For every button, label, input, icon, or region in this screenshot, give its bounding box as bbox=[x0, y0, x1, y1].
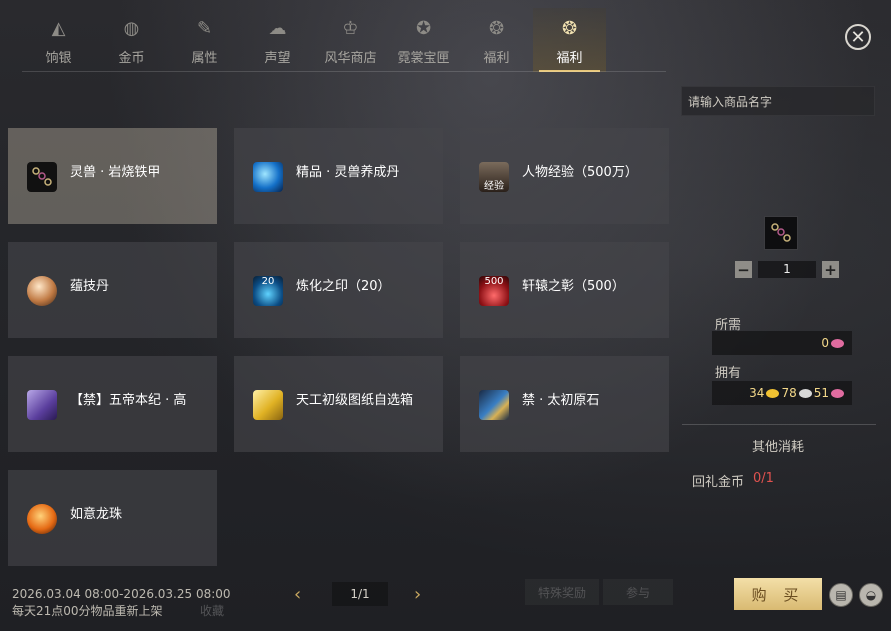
tab-label: 风华商店 bbox=[324, 51, 377, 66]
tab-welfare-active[interactable]: ❂ 福利 bbox=[533, 8, 606, 72]
gold-box-icon bbox=[253, 390, 283, 420]
item-card[interactable]: 禁 · 太初原石 bbox=[460, 356, 669, 452]
armor-chain-icon bbox=[771, 223, 791, 242]
book-icon bbox=[27, 390, 57, 420]
tab-label: 属性 bbox=[191, 51, 218, 66]
reputation-icon: ☁ bbox=[268, 17, 287, 39]
tab-bar: ◭ 饷银 ◍ 金币 ✎ 属性 ☁ 声望 ♔ 风华商店 ✪ 霓裳宝匣 ❂ 福利 ❂ 福利 bbox=[22, 8, 606, 72]
close-icon: ✕ bbox=[850, 26, 866, 48]
tab-label: 霓裳宝匣 bbox=[397, 51, 450, 66]
ingot-icon: ◭ bbox=[51, 17, 66, 39]
item-name: 天工初级图纸自选箱 bbox=[296, 393, 414, 408]
item-name: 蕴技丹 bbox=[70, 279, 110, 294]
item-name: 人物经验（500万） bbox=[522, 165, 638, 180]
increase-button[interactable]: + bbox=[822, 261, 839, 279]
silver-coin-icon bbox=[798, 388, 812, 398]
divider bbox=[682, 424, 876, 425]
blue-orb-icon bbox=[253, 162, 283, 192]
chevron-right-icon: › bbox=[414, 584, 422, 605]
tab-divider bbox=[22, 71, 666, 72]
item-name: 禁 · 太初原石 bbox=[522, 393, 600, 408]
item-name: 灵兽 · 岩烧铁甲 bbox=[70, 165, 161, 180]
coin-icon: ◍ bbox=[123, 17, 140, 39]
welfare-active-icon: ❂ bbox=[561, 17, 578, 39]
special-reward-button[interactable]: 特殊奖励 bbox=[525, 579, 599, 605]
selected-item-preview bbox=[764, 216, 798, 250]
owned-label: 拥有 bbox=[715, 366, 742, 381]
prev-page-button[interactable]: ‹ bbox=[294, 584, 301, 605]
join-button[interactable]: 参与 bbox=[603, 579, 673, 605]
item-badge: 20 bbox=[261, 276, 275, 287]
dragon-pearl-icon bbox=[27, 504, 57, 534]
shop-icon: ♔ bbox=[342, 17, 359, 39]
tab-label: 声望 bbox=[264, 51, 291, 66]
gold-coin-icon bbox=[766, 388, 780, 398]
owned-pink: 51 bbox=[813, 386, 829, 400]
treasure-box-icon: ✪ bbox=[415, 17, 432, 39]
tab-welfare[interactable]: ❂ 福利 bbox=[460, 8, 533, 72]
shop-cart-button[interactable]: ▤ bbox=[829, 583, 853, 607]
tab-reputation[interactable]: ☁ 声望 bbox=[241, 8, 314, 72]
item-card[interactable]: 天工初级图纸自选箱 bbox=[234, 356, 443, 452]
seal-icon: 20 bbox=[253, 276, 283, 306]
item-card[interactable]: 精品 · 灵兽养成丹 bbox=[234, 128, 443, 224]
page-indicator: 1/1 bbox=[332, 582, 388, 606]
item-card[interactable]: 20 炼化之印（20） bbox=[234, 242, 443, 338]
welfare-icon: ❂ bbox=[488, 17, 505, 39]
item-card[interactable]: 【禁】五帝本纪 · 高 bbox=[8, 356, 217, 452]
required-value: 0 bbox=[712, 331, 852, 355]
item-name: 轩辕之彰（500） bbox=[522, 279, 625, 294]
item-name: 【禁】五帝本纪 · 高 bbox=[70, 393, 187, 408]
bag-button[interactable]: ◒ bbox=[859, 583, 883, 607]
tab-label: 福利 bbox=[556, 51, 583, 66]
item-card[interactable]: 灵兽 · 岩烧铁甲 bbox=[8, 128, 217, 224]
pink-coin-icon bbox=[831, 388, 844, 398]
date-range: 2026.03.04 08:00-2026.03.25 08:00 bbox=[12, 587, 231, 601]
buy-button[interactable]: 购 买 bbox=[734, 578, 822, 610]
tab-ingot[interactable]: ◭ 饷银 bbox=[22, 8, 95, 72]
item-name: 如意龙珠 bbox=[70, 507, 123, 522]
bag-icon: ◒ bbox=[865, 588, 877, 602]
stone-icon bbox=[479, 390, 509, 420]
tab-label: 饷银 bbox=[45, 51, 72, 66]
tab-shop[interactable]: ♔ 风华商店 bbox=[314, 8, 387, 72]
armor-chain-icon bbox=[27, 162, 57, 192]
item-badge: 500 bbox=[484, 276, 504, 287]
other-cost-label: 回礼金币 bbox=[692, 475, 745, 490]
portrait-icon: 经验 bbox=[479, 162, 509, 192]
tab-gold[interactable]: ◍ 金币 bbox=[95, 8, 168, 72]
faded-label: 收藏 bbox=[200, 604, 225, 618]
tab-attribute[interactable]: ✎ 属性 bbox=[168, 8, 241, 72]
tab-label: 福利 bbox=[483, 51, 510, 66]
red-emblem-icon: 500 bbox=[479, 276, 509, 306]
chevron-left-icon: ‹ bbox=[294, 584, 302, 605]
required-amount: 0 bbox=[821, 336, 829, 350]
item-card[interactable]: 500 轩辕之彰（500） bbox=[460, 242, 669, 338]
decrease-button[interactable]: − bbox=[735, 261, 752, 279]
cart-icon: ▤ bbox=[835, 588, 847, 602]
next-page-button[interactable]: › bbox=[414, 584, 421, 605]
owned-gold: 34 bbox=[749, 386, 765, 400]
other-cost-value: 0/1 bbox=[753, 471, 774, 486]
item-card[interactable]: 蕴技丹 bbox=[8, 242, 217, 338]
attribute-icon: ✎ bbox=[196, 17, 213, 39]
item-card[interactable]: 经验 人物经验（500万） bbox=[460, 128, 669, 224]
close-button[interactable]: ✕ bbox=[845, 24, 871, 50]
search-input[interactable]: 请输入商品名字 bbox=[681, 86, 875, 116]
owned-values: 34 78 51 bbox=[712, 381, 852, 405]
owned-silver: 78 bbox=[781, 386, 797, 400]
pink-coin-icon bbox=[831, 338, 844, 348]
restock-note: 每天21点00分物品重新上架 bbox=[12, 604, 163, 618]
item-card[interactable]: 如意龙珠 bbox=[8, 470, 217, 566]
crystal-ball-icon bbox=[27, 276, 57, 306]
other-cost-title: 其他消耗 bbox=[752, 440, 805, 455]
quantity-stepper: − 1 + bbox=[735, 261, 839, 279]
quantity-input[interactable]: 1 bbox=[758, 261, 816, 278]
item-badge: 经验 bbox=[484, 181, 504, 192]
tab-treasure-box[interactable]: ✪ 霓裳宝匣 bbox=[387, 8, 460, 72]
item-name: 精品 · 灵兽养成丹 bbox=[296, 165, 400, 180]
tab-label: 金币 bbox=[118, 51, 145, 66]
item-name: 炼化之印（20） bbox=[296, 279, 391, 294]
